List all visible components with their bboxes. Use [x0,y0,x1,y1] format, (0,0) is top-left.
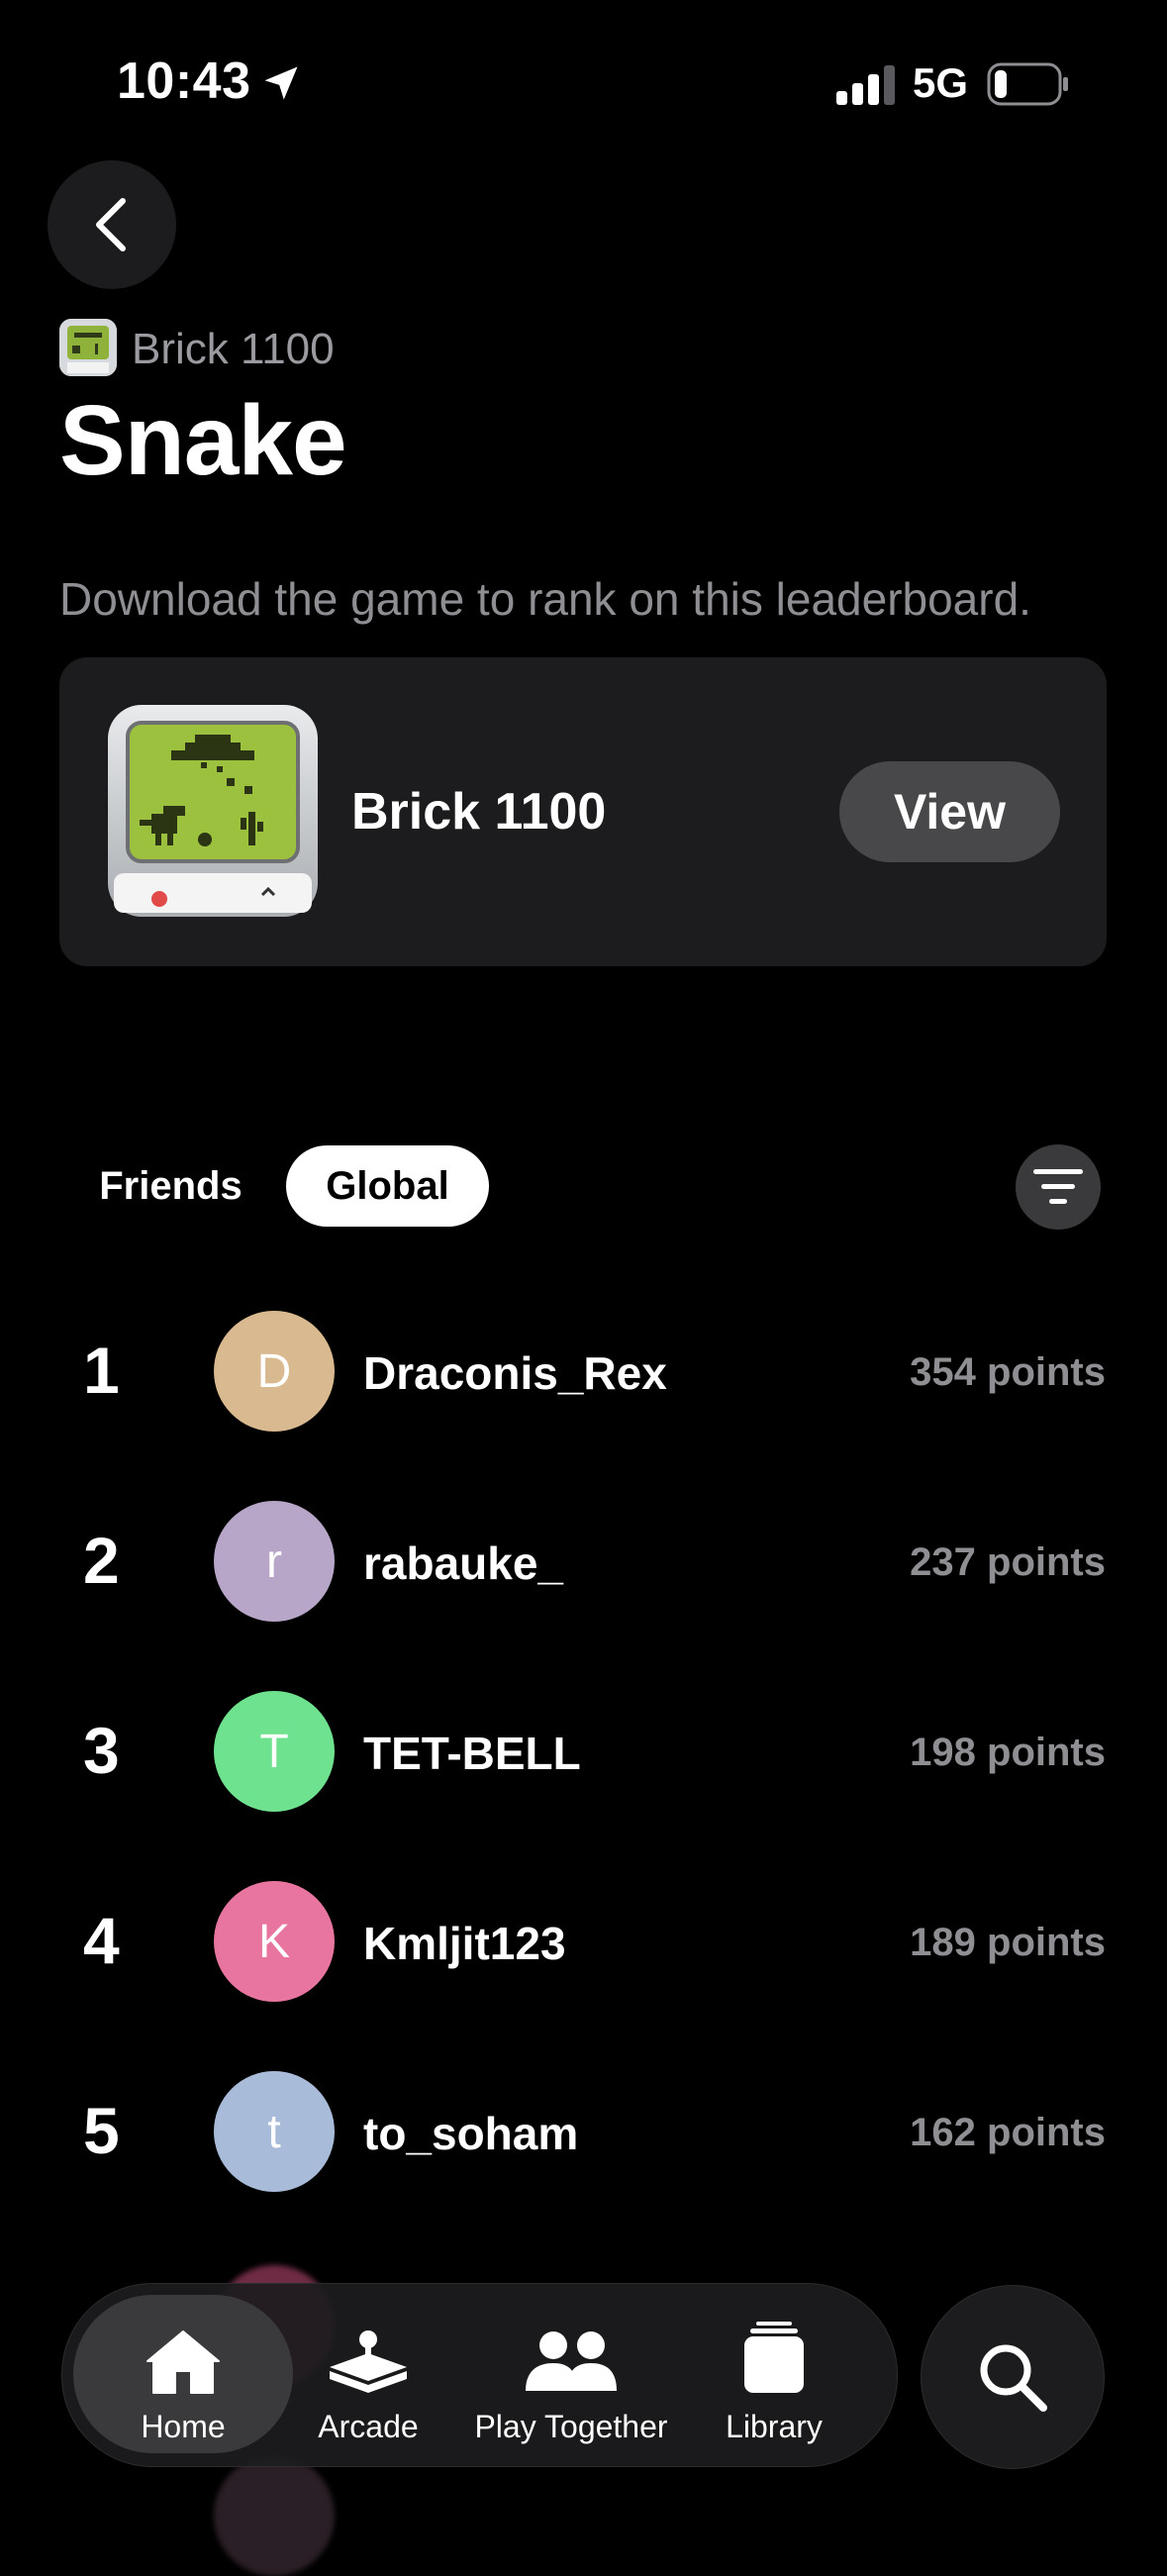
breadcrumb[interactable]: Brick 1100 [132,325,335,374]
player-name: TET-BELL [363,1728,581,1779]
page-title: Snake [59,385,347,496]
avatar: D [214,1311,335,1432]
library-stack-icon [744,2322,804,2393]
breadcrumb-game-icon [59,319,117,376]
nav-library[interactable]: Library [705,2307,843,2445]
player-points: 354 points [910,1350,1106,1394]
avatar [214,2455,335,2576]
player-name: to_soham [363,2108,579,2159]
battery-icon [987,62,1068,106]
leaderboard-hint: Download the game to rank on this leader… [59,573,1031,625]
cellular-signal-icon [836,65,895,105]
status-time: 10:43 [117,52,251,110]
search-icon [980,2344,1047,2412]
filter-button[interactable] [1016,1144,1101,1230]
search-button[interactable] [921,2285,1105,2469]
rank-number: 3 [83,1714,120,1787]
back-button[interactable] [48,160,176,289]
player-name: Kmljit123 [363,1918,566,1969]
leaderboard-row[interactable]: 4 K Kmljit123 189 points [0,1881,1167,2004]
avatar: r [214,1501,335,1622]
nav-library-label: Library [726,2409,823,2444]
nav-play-together[interactable]: Play Together [457,2307,685,2445]
rank-number: 2 [83,1524,120,1597]
tab-friends[interactable]: Friends [69,1145,272,1227]
leaderboard-row[interactable]: 3 T TET-BELL 198 points [0,1691,1167,1814]
nav-arcade[interactable]: Arcade [299,2307,438,2445]
view-button[interactable]: View [839,761,1060,862]
player-points: 237 points [910,1540,1106,1584]
leaderboard-row[interactable]: 2 r rabauke_ 237 points [0,1501,1167,1624]
filter-icon [1033,1169,1083,1204]
avatar: t [214,2071,335,2192]
joystick-icon [330,2330,407,2393]
rank-number: 4 [83,1904,120,1977]
player-points: 162 points [910,2111,1106,2154]
chevron-left-icon [96,198,126,251]
rank-number: 1 [83,1334,120,1407]
game-name: Brick 1100 [351,783,607,841]
game-app-icon[interactable] [106,703,320,919]
player-points: 198 points [910,1731,1106,1774]
home-icon [146,2330,220,2394]
nav-arcade-label: Arcade [318,2409,419,2444]
nav-home-label: Home [141,2409,226,2444]
player-points: 189 points [910,1921,1106,1964]
nav-play-together-label: Play Together [474,2409,668,2444]
location-arrow-icon [264,66,298,100]
leaderboard-row[interactable]: 5 t to_soham 162 points [0,2071,1167,2194]
network-type: 5G [913,59,969,106]
leaderboard-row[interactable]: 1 D Draconis_Rex 354 points [0,1311,1167,1434]
tab-global[interactable]: Global [286,1145,489,1227]
people-icon [526,2331,617,2391]
rank-number: 5 [83,2094,120,2167]
nav-home[interactable]: Home [73,2307,293,2445]
player-name: Draconis_Rex [363,1347,667,1399]
avatar: T [214,1691,335,1812]
avatar: K [214,1881,335,2002]
player-name: rabauke_ [363,1537,564,1589]
